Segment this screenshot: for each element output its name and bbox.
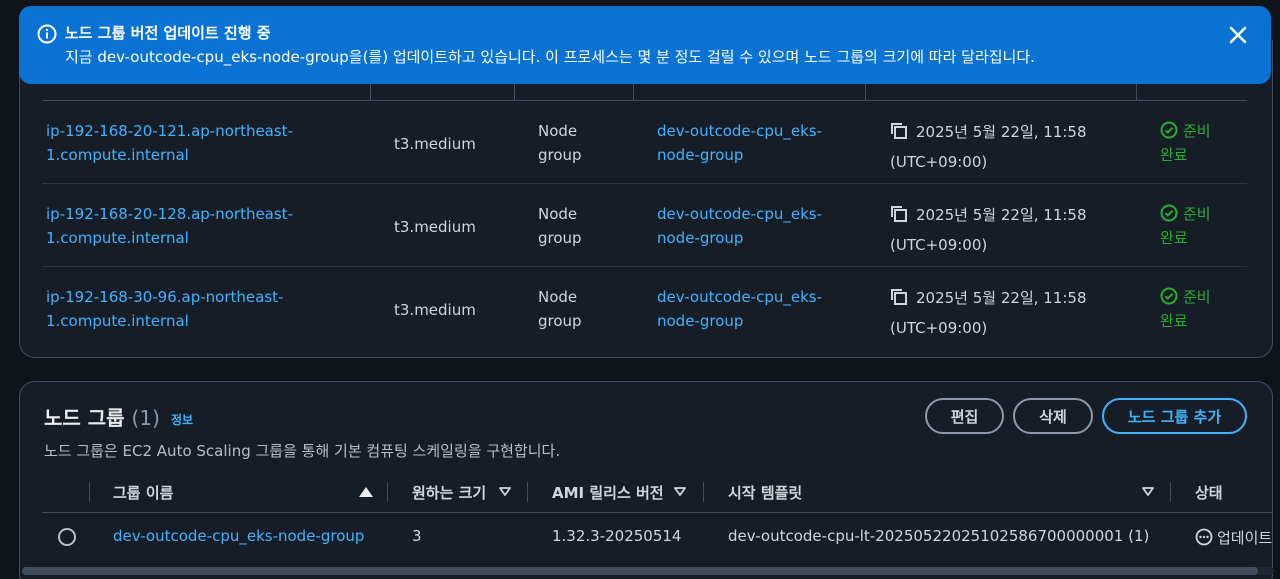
instance-type: t3.medium (394, 135, 476, 153)
node-groups-description: 노드 그룹은 EC2 Auto Scaling 그룹을 통해 기본 컴퓨팅 스케… (44, 442, 561, 460)
node-groups-count: (1) (131, 406, 160, 430)
table-header-divider (42, 100, 1247, 101)
node-group-link[interactable]: dev-outcode-cpu_eks-node-group (657, 285, 822, 333)
status-badge: 준비 완료 (1160, 204, 1211, 247)
launch-template-value: dev-outcode-cpu-lt-202505220251025867000… (728, 527, 1150, 545)
row-divider (42, 266, 1247, 267)
table-row: ip-192-168-20-121.ap-northeast- 1.compute… (20, 102, 1247, 184)
copy-icon[interactable] (890, 122, 908, 140)
column-header-group-name[interactable]: 그룹 이름 (113, 482, 173, 503)
column-separator (527, 482, 528, 502)
instance-type: t3.medium (394, 218, 476, 236)
flash-message: 지금 dev-outcode-cpu_eks-node-group을(를) 업데… (65, 48, 1035, 66)
check-circle-icon (1160, 121, 1178, 139)
status-badge: 준비 완료 (1160, 121, 1211, 164)
status-badge: 준비 완료 (1160, 287, 1211, 330)
status-value: 업데이트 (1195, 527, 1272, 548)
column-header-desired-size[interactable]: 원하는 크기 (412, 482, 486, 503)
node-groups-title: 노드 그룹 (1) (44, 406, 160, 430)
sort-ascending-icon[interactable] (359, 487, 373, 497)
nodes-panel: ip-192-168-20-121.ap-northeast- 1.compute… (19, 40, 1273, 358)
row-divider (42, 183, 1247, 184)
info-link[interactable]: 정보 (171, 411, 193, 428)
copy-icon[interactable] (890, 205, 908, 223)
sort-icon[interactable] (674, 487, 686, 497)
node-group-link[interactable]: dev-outcode-cpu_eks-node-group (657, 202, 822, 250)
sort-icon[interactable] (1142, 487, 1154, 497)
node-group-link[interactable]: dev-outcode-cpu_eks-node-group (657, 119, 822, 167)
column-header-status[interactable]: 상태 (1195, 482, 1223, 503)
compute-type: Node group (538, 288, 582, 330)
compute-type: Node group (538, 122, 582, 164)
node-name-link[interactable]: ip-192-168-20-128.ap-northeast- 1.compute… (46, 202, 293, 250)
flash-notification: 노드 그룹 버전 업데이트 진행 중 지금 dev-outcode-cpu_ek… (19, 6, 1271, 84)
row-select-radio[interactable] (58, 528, 76, 546)
edit-button[interactable]: 편집 (925, 398, 1004, 434)
ami-version-value: 1.32.3-20250514 (552, 527, 682, 545)
info-icon (37, 24, 57, 44)
table-header-divider (42, 512, 1272, 513)
delete-button[interactable]: 삭제 (1013, 398, 1093, 434)
node-name-link[interactable]: ip-192-168-20-121.ap-northeast- 1.compute… (46, 119, 293, 167)
created-time: 2025년 5월 22일, 11:58 (UTC+09:00) (890, 205, 1087, 254)
column-separator (387, 482, 388, 502)
compute-type: Node group (538, 205, 582, 247)
close-icon[interactable] (1227, 24, 1249, 46)
node-group-name-link[interactable]: dev-outcode-cpu_eks-node-group (113, 527, 364, 545)
sort-icon[interactable] (499, 487, 511, 497)
add-node-group-button[interactable]: 노드 그룹 추가 (1102, 398, 1247, 434)
flash-title: 노드 그룹 버전 업데이트 진행 중 (65, 24, 271, 42)
table-row: ip-192-168-20-128.ap-northeast- 1.compute… (20, 185, 1247, 267)
check-circle-icon (1160, 287, 1178, 305)
horizontal-scrollbar[interactable] (22, 567, 1258, 575)
copy-icon[interactable] (890, 288, 908, 306)
node-name-link[interactable]: ip-192-168-30-96.ap-northeast- 1.compute.… (46, 285, 283, 333)
check-circle-icon (1160, 204, 1178, 222)
column-separator (89, 482, 90, 502)
created-time: 2025년 5월 22일, 11:58 (UTC+09:00) (890, 288, 1087, 337)
table-row: ip-192-168-30-96.ap-northeast- 1.compute.… (20, 268, 1246, 350)
desired-size-value: 3 (412, 527, 422, 545)
column-header-ami-version[interactable]: AMI 릴리스 버전 (552, 482, 664, 503)
in-progress-icon (1195, 528, 1213, 546)
column-separator (703, 482, 704, 502)
created-time: 2025년 5월 22일, 11:58 (UTC+09:00) (890, 122, 1087, 171)
instance-type: t3.medium (394, 301, 476, 319)
column-separator (1170, 482, 1171, 502)
column-header-launch-template[interactable]: 시작 템플릿 (728, 482, 802, 503)
node-groups-panel: 노드 그룹 (1) 정보 노드 그룹은 EC2 Auto Scaling 그룹을… (19, 381, 1273, 579)
